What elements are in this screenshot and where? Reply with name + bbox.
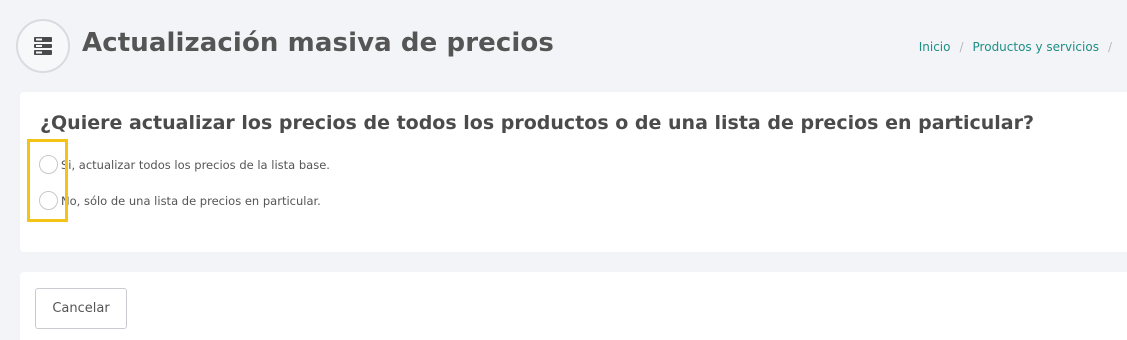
- radio-specific-list[interactable]: [39, 191, 58, 210]
- option-label-update-all: Si, actualizar todos los precios de la l…: [61, 157, 330, 172]
- question-card: ¿Quiere actualizar los precios de todos …: [20, 92, 1127, 252]
- breadcrumb-separator: /: [959, 40, 964, 54]
- actions-card: Cancelar: [20, 272, 1127, 340]
- option-label-specific-list: No, sólo de una lista de precios en part…: [61, 193, 321, 208]
- breadcrumb: Inicio / Productos y servicios /: [919, 40, 1121, 54]
- radio-update-all[interactable]: [39, 155, 58, 174]
- server-list-icon: [16, 19, 70, 73]
- cancel-button[interactable]: Cancelar: [35, 288, 127, 329]
- breadcrumb-separator: /: [1107, 40, 1112, 54]
- page-header: Actualización masiva de precios Inicio /…: [0, 0, 1127, 90]
- breadcrumb-inicio[interactable]: Inicio: [919, 40, 951, 54]
- server-list-icon-glyph: [34, 37, 52, 55]
- page-title: Actualización masiva de precios: [82, 28, 554, 58]
- option-update-all[interactable]: Si, actualizar todos los precios de la l…: [39, 155, 330, 174]
- breadcrumb-productos-y-servicios[interactable]: Productos y servicios: [973, 40, 1099, 54]
- option-specific-list[interactable]: No, sólo de una lista de precios en part…: [39, 191, 321, 210]
- page: Actualización masiva de precios Inicio /…: [0, 0, 1127, 340]
- question-heading: ¿Quiere actualizar los precios de todos …: [40, 112, 1035, 134]
